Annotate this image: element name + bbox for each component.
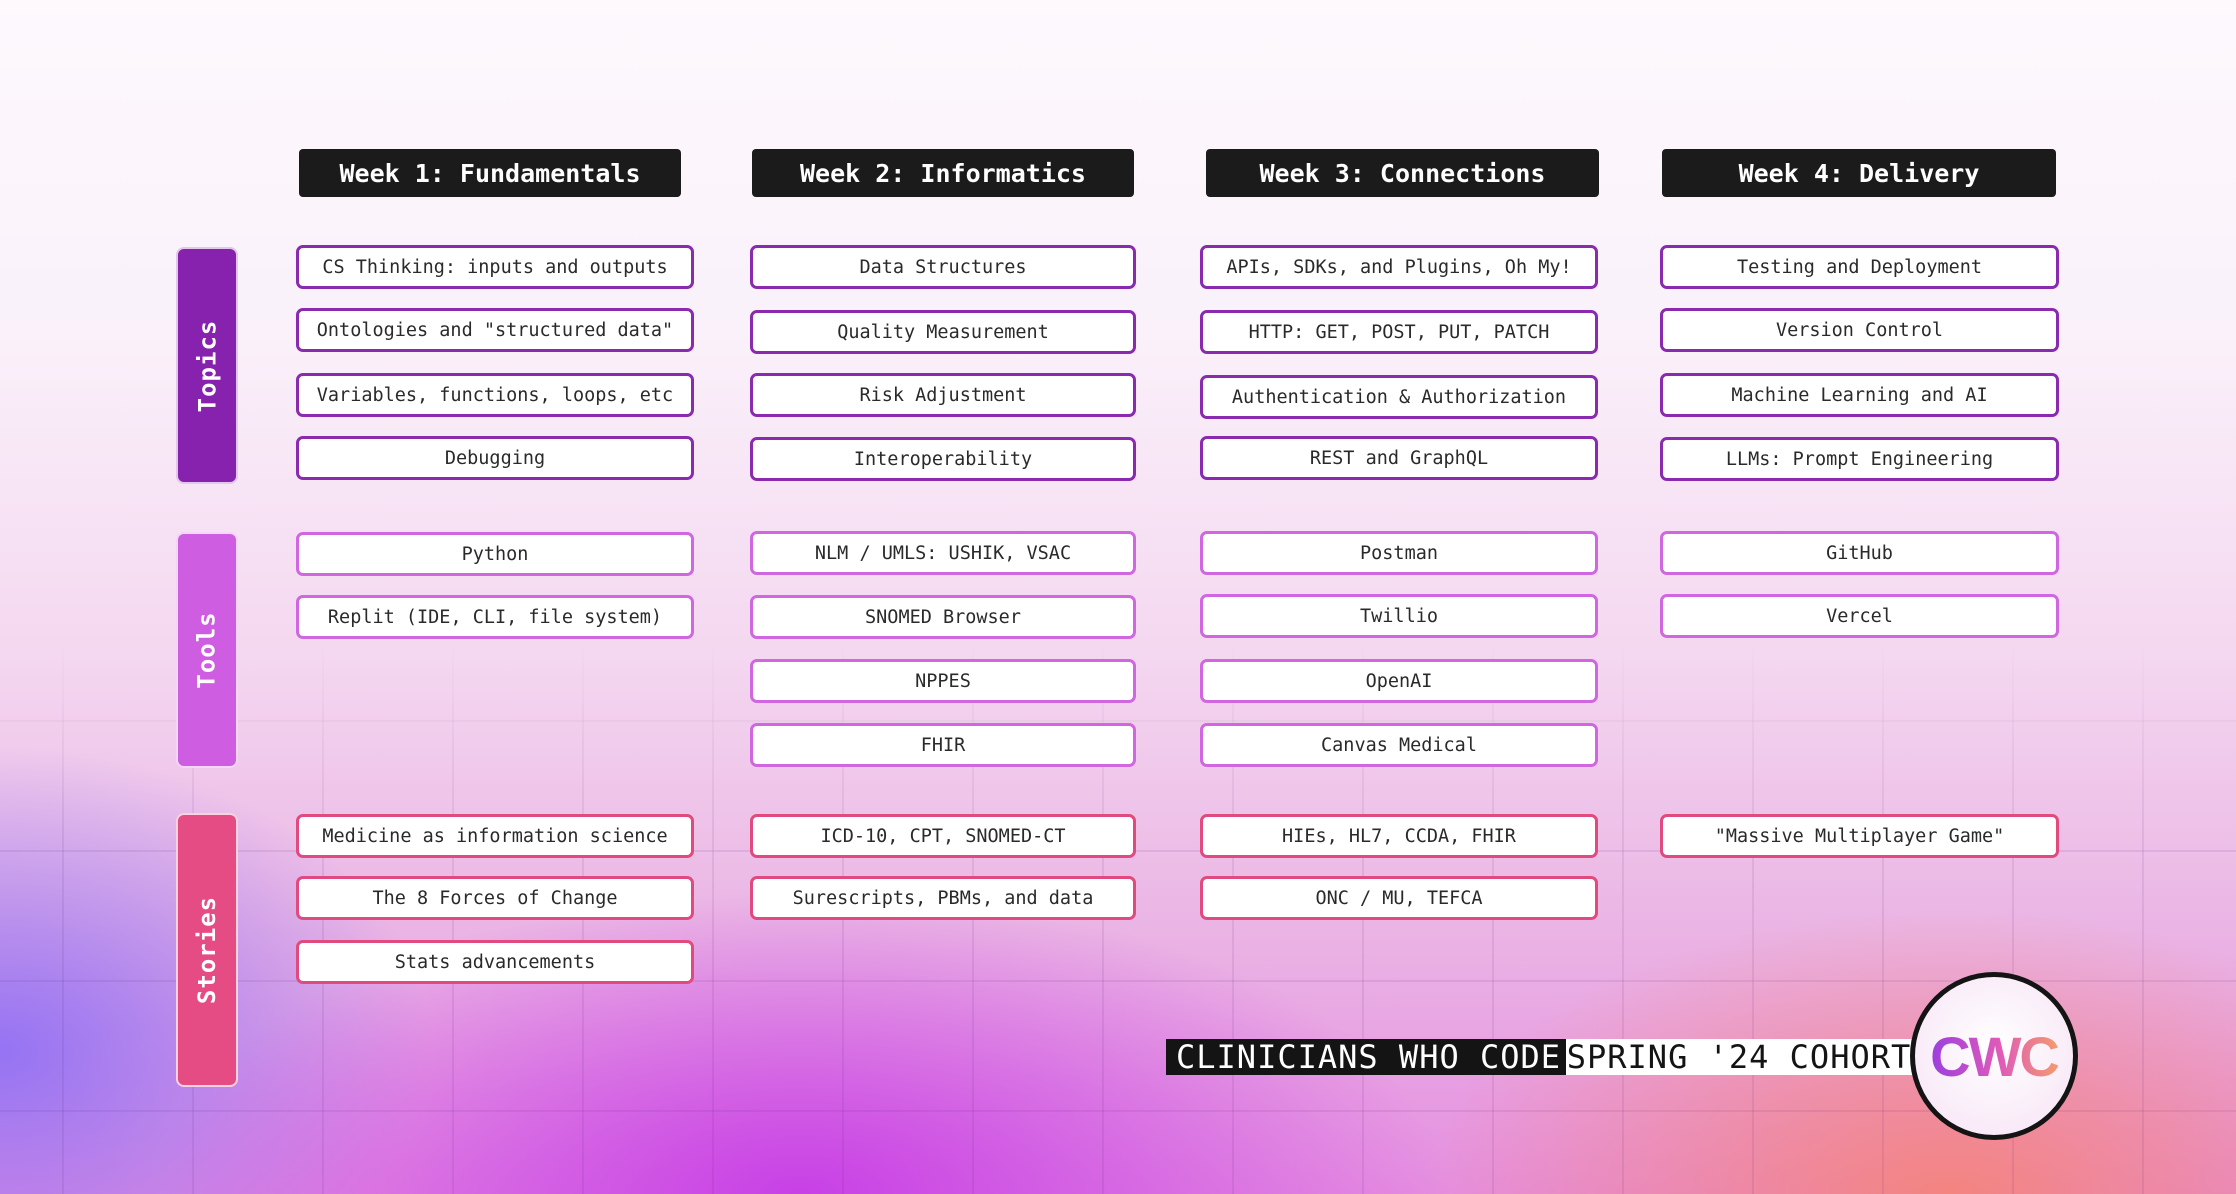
cohort-label: SPRING '24 COHORT — [1566, 1038, 1912, 1076]
week-3-tool-4: Canvas Medical — [1200, 723, 1598, 767]
week-3-tool-1: Postman — [1200, 531, 1598, 575]
row-label-topics-text: Topics — [193, 319, 222, 412]
week-2-story-1: ICD-10, CPT, SNOMED-CT — [750, 814, 1136, 858]
week-3-topic-4: REST and GraphQL — [1200, 436, 1598, 480]
week-1-header: Week 1: Fundamentals — [299, 149, 681, 197]
week-1-story-3: Stats advancements — [296, 940, 694, 984]
week-3-story-1: HIEs, HL7, CCDA, FHIR — [1200, 814, 1598, 858]
week-4-topic-4: LLMs: Prompt Engineering — [1660, 437, 2059, 481]
week-2-tool-1: NLM / UMLS: USHIK, VSAC — [750, 531, 1136, 575]
week-2-tool-4: FHIR — [750, 723, 1136, 767]
week-3-topic-3: Authentication & Authorization — [1200, 375, 1598, 419]
week-1-story-2: The 8 Forces of Change — [296, 876, 694, 920]
week-4-header: Week 4: Delivery — [1662, 149, 2056, 197]
week-3-header: Week 3: Connections — [1206, 149, 1599, 197]
week-2-topic-3: Risk Adjustment — [750, 373, 1136, 417]
week-2-topic-2: Quality Measurement — [750, 310, 1136, 354]
week-4-story-1: "Massive Multiplayer Game" — [1660, 814, 2059, 858]
row-label-stories-text: Stories — [193, 895, 221, 1005]
week-3-topic-1: APIs, SDKs, and Plugins, Oh My! — [1200, 245, 1598, 289]
week-1-story-1: Medicine as information science — [296, 814, 694, 858]
week-4-topic-1: Testing and Deployment — [1660, 245, 2059, 289]
week-3-tool-3: OpenAI — [1200, 659, 1598, 703]
week-2-header: Week 2: Informatics — [752, 149, 1134, 197]
week-4-tool-2: Vercel — [1660, 594, 2059, 638]
row-label-tools-text: Tools — [193, 611, 221, 689]
program-title: CLINICIANS WHO CODE — [1166, 1038, 1572, 1076]
week-2-topic-4: Interoperability — [750, 437, 1136, 481]
week-4-tool-1: GitHub — [1660, 531, 2059, 575]
week-3-topic-2: HTTP: GET, POST, PUT, PATCH — [1200, 310, 1598, 354]
week-4-topic-2: Version Control — [1660, 308, 2059, 352]
week-3-tool-2: Twillio — [1200, 594, 1598, 638]
week-2-story-2: Surescripts, PBMs, and data — [750, 876, 1136, 920]
logo-text: CWC — [1930, 1024, 2060, 1088]
week-2-tool-3: NPPES — [750, 659, 1136, 703]
week-2-tool-2: SNOMED Browser — [750, 595, 1136, 639]
week-1-tool-1: Python — [296, 532, 694, 576]
week-1-topic-3: Variables, functions, loops, etc — [296, 373, 694, 417]
week-4-topic-3: Machine Learning and AI — [1660, 373, 2059, 417]
week-2-topic-1: Data Structures — [750, 245, 1136, 289]
week-1-topic-2: Ontologies and "structured data" — [296, 308, 694, 352]
week-1-topic-1: CS Thinking: inputs and outputs — [296, 245, 694, 289]
row-label-stories: Stories — [176, 813, 238, 1087]
cwc-logo: CWC — [1910, 972, 2078, 1140]
row-label-tools: Tools — [176, 532, 238, 768]
row-label-topics: Topics — [176, 247, 238, 484]
week-1-topic-4: Debugging — [296, 436, 694, 480]
week-1-tool-2: Replit (IDE, CLI, file system) — [296, 595, 694, 639]
week-3-story-2: ONC / MU, TEFCA — [1200, 876, 1598, 920]
